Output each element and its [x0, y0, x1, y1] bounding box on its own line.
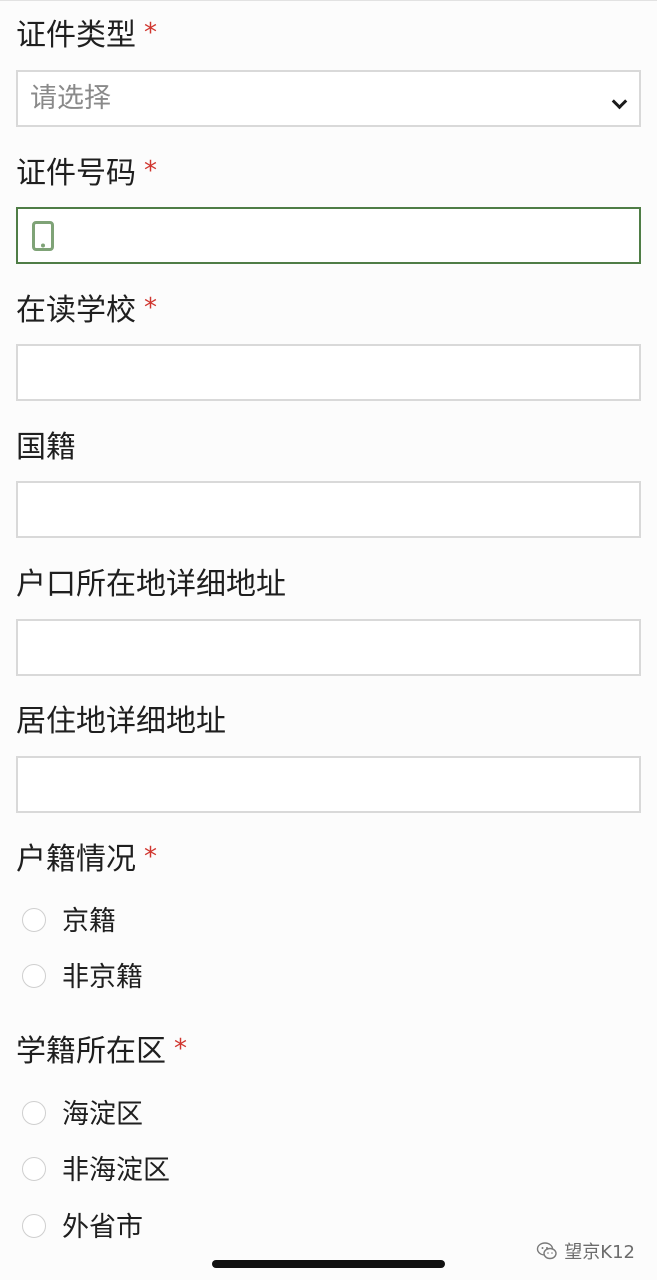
radio-button[interactable]	[22, 964, 46, 988]
residence-address-label-text: 居住地详细地址	[16, 704, 226, 739]
required-mark: *	[144, 18, 157, 48]
home-indicator[interactable]	[212, 1260, 445, 1268]
hukou-address-input[interactable]	[16, 619, 641, 676]
radio-option-label: 外省市	[62, 1212, 143, 1243]
chevron-down-icon	[611, 93, 628, 110]
nationality-label: 国籍	[16, 428, 76, 468]
hukou-address-label: 户口所在地详细地址	[16, 565, 286, 605]
top-divider	[0, 0, 657, 1]
radio-button[interactable]	[22, 1101, 46, 1125]
id-number-label-text: 证件号码	[16, 156, 136, 191]
mobile-phone-icon	[32, 221, 54, 251]
id-type-label: 证件类型 *	[16, 16, 157, 56]
id-type-select[interactable]: 请选择	[16, 70, 641, 127]
radio-option-beijing[interactable]: 京籍	[22, 902, 322, 942]
school-district-label: 学籍所在区 *	[16, 1032, 187, 1072]
nationality-label-text: 国籍	[16, 430, 76, 465]
wechat-icon	[537, 1242, 557, 1260]
radio-option-non-haidian[interactable]: 非海淀区	[22, 1151, 322, 1191]
radio-option-haidian[interactable]: 海淀区	[22, 1095, 322, 1135]
id-number-input[interactable]	[16, 207, 641, 264]
radio-option-label: 非京籍	[62, 962, 143, 993]
residence-address-input[interactable]	[16, 756, 641, 813]
school-district-label-text: 学籍所在区	[16, 1034, 166, 1069]
radio-option-non-beijing[interactable]: 非京籍	[22, 958, 322, 998]
school-label: 在读学校 *	[16, 291, 157, 331]
nationality-input[interactable]	[16, 481, 641, 538]
hukou-status-label-text: 户籍情况	[16, 842, 136, 877]
radio-option-other-province[interactable]: 外省市	[22, 1208, 322, 1248]
watermark-text: 望京K12	[564, 1242, 635, 1263]
radio-button[interactable]	[22, 908, 46, 932]
radio-option-label: 海淀区	[62, 1099, 143, 1130]
radio-option-label: 京籍	[62, 906, 116, 937]
hukou-status-label: 户籍情况 *	[16, 840, 157, 880]
id-type-placeholder: 请选择	[30, 83, 111, 114]
residence-address-label: 居住地详细地址	[16, 702, 226, 742]
watermark: 望京K12	[536, 1236, 635, 1266]
required-mark: *	[144, 293, 157, 323]
school-input[interactable]	[16, 344, 641, 401]
required-mark: *	[174, 1034, 187, 1064]
required-mark: *	[144, 842, 157, 872]
hukou-address-label-text: 户口所在地详细地址	[16, 567, 286, 602]
id-number-label: 证件号码 *	[16, 154, 157, 194]
school-label-text: 在读学校	[16, 293, 136, 328]
id-type-label-text: 证件类型	[16, 18, 136, 53]
radio-option-label: 非海淀区	[62, 1155, 170, 1186]
radio-button[interactable]	[22, 1214, 46, 1238]
required-mark: *	[144, 156, 157, 186]
radio-button[interactable]	[22, 1157, 46, 1181]
